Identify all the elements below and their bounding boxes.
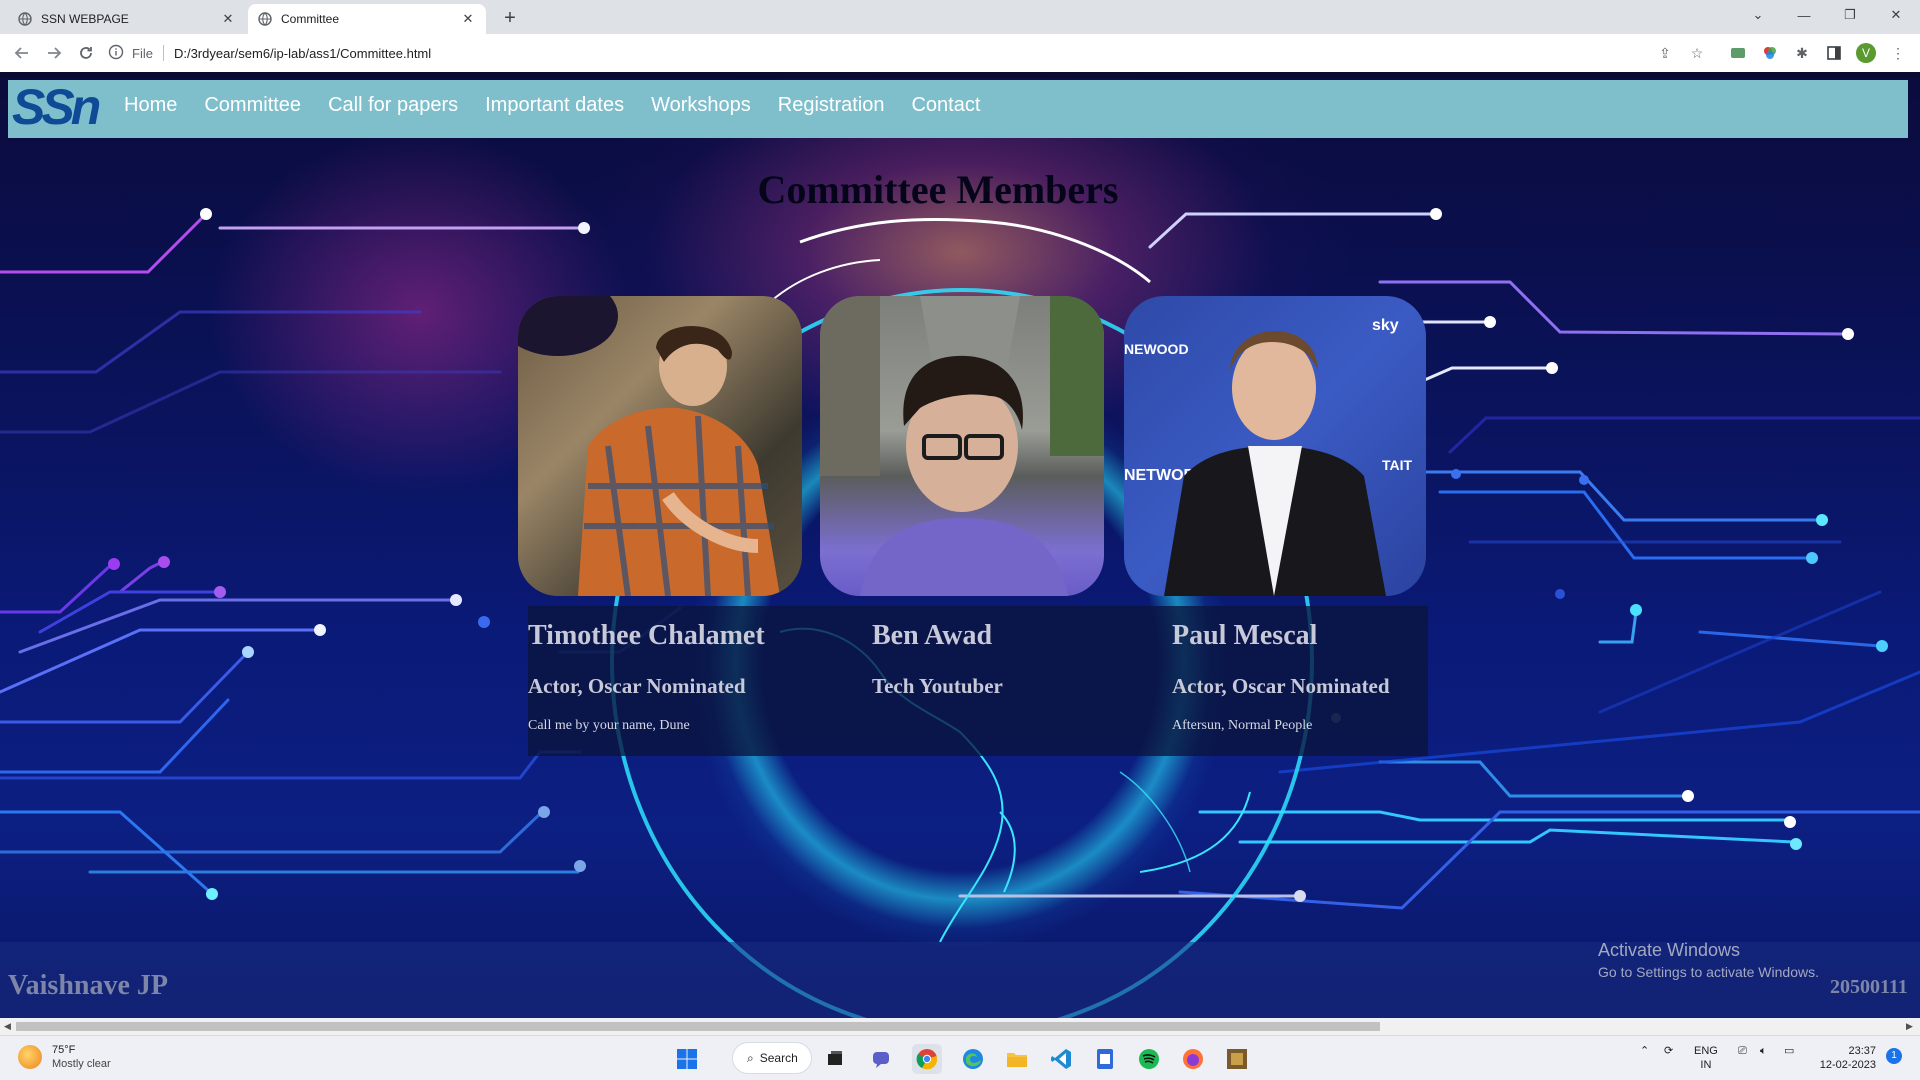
- scroll-left-icon[interactable]: ◀: [4, 1021, 11, 1032]
- url-text[interactable]: D:/3rdyear/sem6/ip-lab/ass1/Committee.ht…: [174, 46, 431, 61]
- activate-windows-watermark: Activate Windows Go to Settings to activ…: [1598, 940, 1819, 980]
- volume-icon[interactable]: 🔈︎: [1760, 1044, 1767, 1058]
- address-bar[interactable]: File D:/3rdyear/sem6/ip-lab/ass1/Committ…: [108, 38, 1728, 68]
- start-windows-icon[interactable]: [672, 1044, 702, 1074]
- edge-icon[interactable]: [958, 1044, 988, 1074]
- watermark-subtitle: Go to Settings to activate Windows.: [1598, 964, 1819, 980]
- scheme-label: File: [132, 45, 153, 61]
- close-tab-icon[interactable]: ✕: [460, 11, 476, 27]
- teams-chat-icon[interactable]: [866, 1044, 896, 1074]
- nav-link-workshops[interactable]: Workshops: [651, 94, 751, 117]
- taskbar-search[interactable]: ⌕ Search: [732, 1042, 812, 1074]
- nav-link-home[interactable]: Home: [124, 94, 177, 117]
- file-explorer-icon[interactable]: [1002, 1044, 1032, 1074]
- svg-text:SSn: SSn: [12, 80, 100, 132]
- watermark-title: Activate Windows: [1598, 940, 1741, 960]
- site-nav-bar: SSn Home Committee Call for papers Impor…: [8, 80, 1908, 138]
- search-label: Search: [759, 1051, 798, 1065]
- nav-links: Home Committee Call for papers Important…: [124, 94, 1007, 117]
- nav-link-registration[interactable]: Registration: [778, 94, 885, 117]
- vscode-icon[interactable]: [1046, 1044, 1076, 1074]
- member-name: Paul Mescal: [1172, 620, 1318, 651]
- info-icon[interactable]: [108, 44, 124, 63]
- language-indicator[interactable]: ENG IN: [1694, 1044, 1718, 1072]
- clock-date: 12-02-2023: [1819, 1059, 1876, 1071]
- nav-link-important-dates[interactable]: Important dates: [485, 94, 624, 117]
- search-icon: ⌕: [747, 1050, 754, 1065]
- tab-strip: SSN WEBPAGE ✕ Committee ✕ + ⌄ — ❐ ✕: [0, 0, 1920, 34]
- tab-title: SSN WEBPAGE: [41, 12, 129, 26]
- members-info-panel: Timothee Chalamet Actor, Oscar Nominated…: [528, 606, 1428, 756]
- member-photo-1: [518, 296, 802, 596]
- close-tab-icon[interactable]: ✕: [220, 11, 236, 27]
- clock[interactable]: 23:37 12-02-2023: [1812, 1044, 1876, 1072]
- extensions-puzzle-icon[interactable]: ✱: [1792, 43, 1812, 63]
- show-hidden-icons[interactable]: ⌃: [1640, 1044, 1649, 1058]
- browser-toolbar: File D:/3rdyear/sem6/ip-lab/ass1/Committ…: [0, 34, 1920, 72]
- notepad-app-icon[interactable]: [1090, 1044, 1120, 1074]
- profile-avatar[interactable]: V: [1856, 43, 1876, 63]
- firefox-icon[interactable]: [1178, 1044, 1208, 1074]
- ssn-logo: SSn: [12, 80, 104, 132]
- spotify-icon[interactable]: [1134, 1044, 1164, 1074]
- horizontal-scrollbar[interactable]: ◀ ▶: [0, 1018, 1920, 1035]
- footer-roll-number: 20500111: [1830, 976, 1908, 998]
- weather-widget[interactable]: 75°F Mostly clear: [18, 1044, 111, 1070]
- battery-icon[interactable]: ▭: [1784, 1044, 1794, 1058]
- sync-icon[interactable]: ⟳: [1664, 1044, 1673, 1058]
- member-photo-3: NEWOOD NETWORK sky TAIT: [1124, 296, 1426, 596]
- windows-taskbar: 75°F Mostly clear ⌕ Search ⌃ ⟳ ENG IN ⎚ …: [0, 1035, 1920, 1080]
- svg-text:sky: sky: [1372, 317, 1399, 334]
- divider: [162, 45, 164, 61]
- scrollbar-thumb[interactable]: [16, 1022, 1380, 1031]
- member-role: Actor, Oscar Nominated: [1172, 674, 1390, 698]
- region-code: IN: [1700, 1059, 1712, 1071]
- weather-desc: Mostly clear: [52, 1058, 111, 1070]
- nav-link-committee[interactable]: Committee: [204, 94, 301, 117]
- bookmark-star-icon[interactable]: ☆: [1687, 43, 1707, 63]
- tab-ssn-webpage[interactable]: SSN WEBPAGE ✕: [8, 4, 246, 34]
- back-icon[interactable]: [10, 41, 34, 65]
- share-icon[interactable]: ⇪: [1655, 43, 1675, 63]
- side-panel-icon[interactable]: [1824, 43, 1844, 63]
- svg-text:TAIT: TAIT: [1382, 457, 1413, 473]
- new-tab-button[interactable]: +: [498, 6, 522, 30]
- globe-icon: [18, 12, 32, 26]
- tab-committee[interactable]: Committee ✕: [248, 4, 486, 34]
- clock-time: 23:37: [1848, 1045, 1876, 1057]
- nav-link-contact[interactable]: Contact: [911, 94, 980, 117]
- footer-author-name: Vaishnave JP: [8, 970, 169, 1001]
- scroll-right-icon[interactable]: ▶: [1906, 1021, 1913, 1032]
- page-title: Committee Members: [757, 167, 1119, 212]
- member-works: Aftersun, Normal People: [1172, 718, 1313, 733]
- member-photo-2: [820, 296, 1104, 596]
- tab-title: Committee: [281, 12, 340, 26]
- close-window-icon[interactable]: ✕: [1874, 0, 1918, 30]
- member-works: Call me by your name, Dune: [528, 718, 690, 733]
- member-role: Actor, Oscar Nominated: [528, 674, 746, 698]
- restore-icon[interactable]: ❐: [1828, 0, 1872, 30]
- reload-icon[interactable]: [74, 41, 98, 65]
- minimize-icon[interactable]: —: [1782, 0, 1826, 30]
- chrome-icon[interactable]: [912, 1044, 942, 1074]
- language-code: ENG: [1694, 1045, 1718, 1057]
- forward-icon[interactable]: [42, 41, 66, 65]
- notification-badge[interactable]: 1: [1886, 1048, 1902, 1064]
- member-role: Tech Youtuber: [872, 674, 1003, 698]
- extension-card-icon[interactable]: [1728, 43, 1748, 63]
- page-viewport: SSn Home Committee Call for papers Impor…: [0, 72, 1920, 1018]
- member-name: Timothee Chalamet: [528, 620, 765, 651]
- task-view-icon[interactable]: [820, 1044, 850, 1074]
- svg-text:NEWOOD: NEWOOD: [1124, 341, 1189, 357]
- menu-kebab-icon[interactable]: ⋮: [1888, 43, 1908, 63]
- tab-search-icon[interactable]: ⌄: [1736, 0, 1780, 30]
- game-app-icon[interactable]: [1222, 1044, 1252, 1074]
- weather-temp: 75°F: [52, 1044, 76, 1056]
- network-icon[interactable]: ⎚: [1738, 1044, 1747, 1058]
- globe-icon: [258, 12, 272, 26]
- color-extension-icon[interactable]: [1760, 43, 1780, 63]
- nav-link-call-for-papers[interactable]: Call for papers: [328, 94, 458, 117]
- member-name: Ben Awad: [872, 620, 993, 651]
- weather-moon-icon: [18, 1045, 42, 1069]
